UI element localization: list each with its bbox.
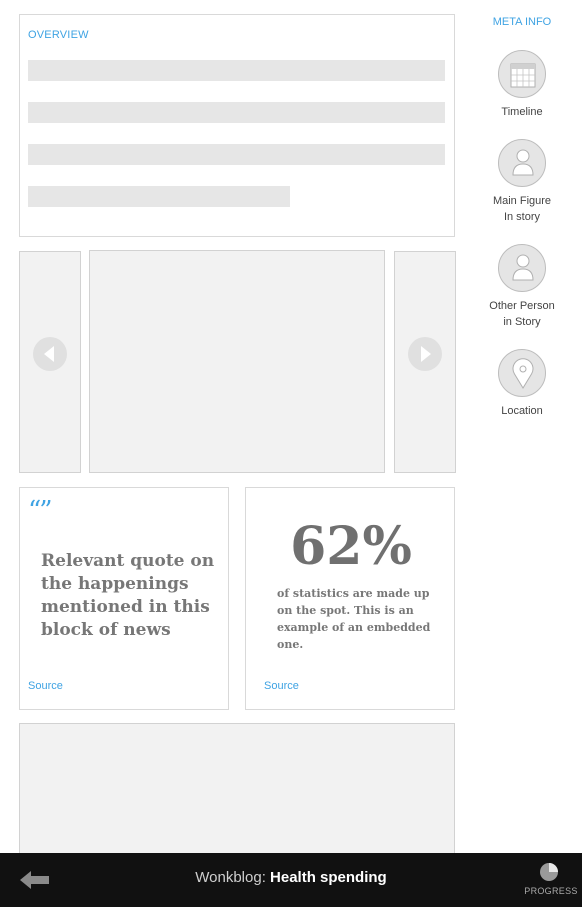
meta-main-figure[interactable]: Main Figure In story [462,139,582,225]
stat-number: 62% [290,516,412,577]
meta-label-line: Location [501,405,543,417]
carousel-prev-button[interactable] [33,337,67,371]
meta-label: Other Person in Story [462,298,582,330]
chevron-right-icon [421,346,431,362]
overview-card: OVERVIEW [19,14,455,237]
person-icon [512,149,534,176]
carousel-next-panel[interactable] [394,251,456,473]
carousel-slide [89,250,385,473]
meta-label-line: Main Figure [492,195,552,207]
meta-location[interactable]: Location [462,349,582,419]
carousel-next-button[interactable] [408,337,442,371]
location-pin-icon [512,358,534,389]
overview-heading: OVERVIEW [28,29,89,41]
quote-source-link[interactable]: Source [28,680,63,692]
story-title-prefix: Wonkblog: [195,869,271,886]
meta-label: Main Figure In story [462,193,582,225]
story-title-main: Health spending [270,869,387,886]
carousel-prev-panel[interactable] [19,251,81,473]
quote-text: Relevant quote on the happenings mention… [41,551,215,640]
progress-pie-icon[interactable] [539,862,559,882]
calendar-icon [510,63,536,88]
quote-card: “” Relevant quote on the happenings ment… [19,487,229,710]
meta-label-line: In story [503,211,541,223]
meta-label-line: in Story [503,316,541,328]
meta-label: Location [462,403,582,419]
quote-mark-icon: “” [28,496,53,526]
meta-label-line: Other Person [489,300,555,312]
chevron-left-icon [44,346,54,362]
footer-bar: Wonkblog: Health spending PROGRESS [0,853,582,907]
meta-other-person-button[interactable] [498,244,546,292]
progress-label[interactable]: PROGRESS [520,886,582,896]
meta-location-button[interactable] [498,349,546,397]
placeholder-line [28,144,445,165]
stat-source-link[interactable]: Source [264,680,299,692]
stat-description: of statistics are made up on the spot. T… [277,587,431,651]
meta-main-figure-button[interactable] [498,139,546,187]
placeholder-line [28,186,290,207]
person-icon [512,254,534,281]
meta-other-person[interactable]: Other Person in Story [462,244,582,330]
meta-timeline[interactable]: Timeline [462,50,582,120]
placeholder-line [28,60,445,81]
stat-card: 62% of statistics are made up on the spo… [245,487,455,710]
placeholder-line [28,102,445,123]
media-placeholder [19,723,455,863]
meta-info-heading: META INFO [492,16,552,28]
meta-label: Timeline [462,104,582,120]
story-title: Wonkblog: Health spending [0,869,582,886]
meta-timeline-button[interactable] [498,50,546,98]
meta-label-line: Timeline [501,106,543,118]
